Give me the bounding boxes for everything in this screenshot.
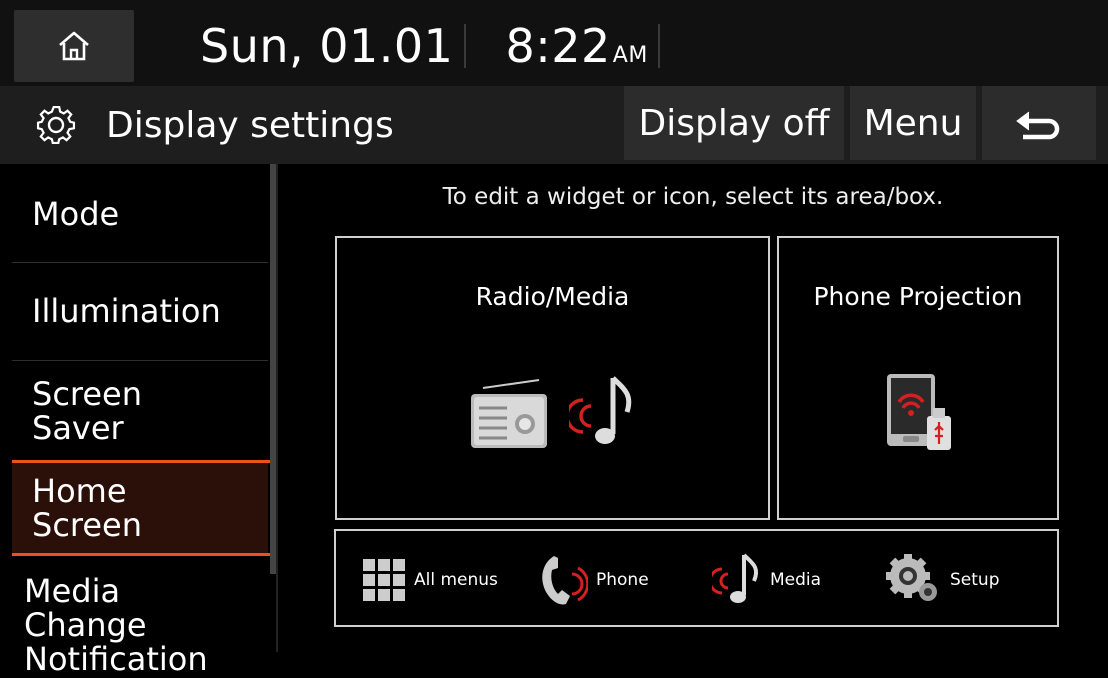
setup-gear-icon (886, 554, 937, 601)
label-line: Change (24, 606, 147, 644)
instruction-text: To edit a widget or icon, select its are… (442, 184, 944, 210)
label-line: Saver (32, 409, 124, 447)
back-arrow-icon (1016, 111, 1060, 140)
label-line: Screen (32, 506, 143, 544)
page-title: Display settings (106, 105, 394, 146)
dock-item-all-menus[interactable]: All menus (362, 550, 498, 610)
ampm-text: AM (612, 43, 648, 68)
sidebar-item-home-screen[interactable]: Home Screen (12, 463, 268, 553)
dock-item-label: Media (770, 570, 822, 590)
divider (12, 262, 268, 263)
active-indicator (12, 553, 270, 556)
dock-item-label: Setup (950, 570, 1000, 590)
sidebar-item-label: Illumination (32, 292, 221, 330)
music-note-icon (569, 376, 632, 444)
status-divider (464, 24, 466, 68)
sidebar-item-screen-saver[interactable]: Screen Saver (12, 362, 268, 460)
sidebar-item-label: Mode (32, 195, 120, 233)
sidebar-border (276, 164, 278, 652)
sidebar-item-mode[interactable]: Mode (12, 168, 268, 260)
menu-button[interactable]: Menu (850, 86, 976, 160)
dock-item-setup[interactable]: Setup (886, 550, 999, 610)
gear-icon (36, 105, 76, 145)
home-button[interactable] (14, 10, 134, 82)
clock: Sun, 01.01 8:22 AM (200, 18, 648, 84)
sidebar-item-label: Screen Saver (32, 377, 142, 445)
sidebar-item-label: Media Change Notification (24, 574, 208, 676)
grid-icon (363, 559, 405, 601)
widget-title: Phone Projection (813, 282, 1023, 311)
sidebar-item-media-change-notification[interactable]: Media Change Notification (4, 574, 260, 676)
back-button[interactable] (982, 86, 1096, 160)
home-icon (59, 31, 89, 61)
label-line: Media (24, 572, 121, 610)
label-line: Notification (24, 640, 208, 678)
status-divider (658, 24, 660, 68)
widget-title: Radio/Media (475, 282, 630, 311)
display-off-button[interactable]: Display off (624, 86, 844, 160)
sidebar-item-label: Home Screen (32, 474, 142, 542)
radio-media-widget[interactable]: Radio/Media (335, 236, 770, 520)
dock-item-label: Phone (596, 570, 649, 590)
phone-icon (542, 556, 588, 605)
date-text: Sun, 01.01 (200, 19, 454, 73)
phone-projection-icon (887, 374, 951, 450)
music-note-icon (712, 553, 759, 603)
divider (12, 360, 268, 361)
phone-projection-widget[interactable]: Phone Projection (777, 236, 1059, 520)
sidebar-item-illumination[interactable]: Illumination (12, 264, 268, 358)
time-text: 8:22 (505, 19, 611, 73)
dock-item-phone[interactable]: Phone (536, 550, 649, 610)
radio-icon (471, 379, 547, 448)
dock-item-media[interactable]: Media (712, 550, 821, 610)
label-line: Home (32, 472, 127, 510)
dock-item-label: All menus (414, 570, 498, 590)
label-line: Screen (32, 375, 143, 413)
